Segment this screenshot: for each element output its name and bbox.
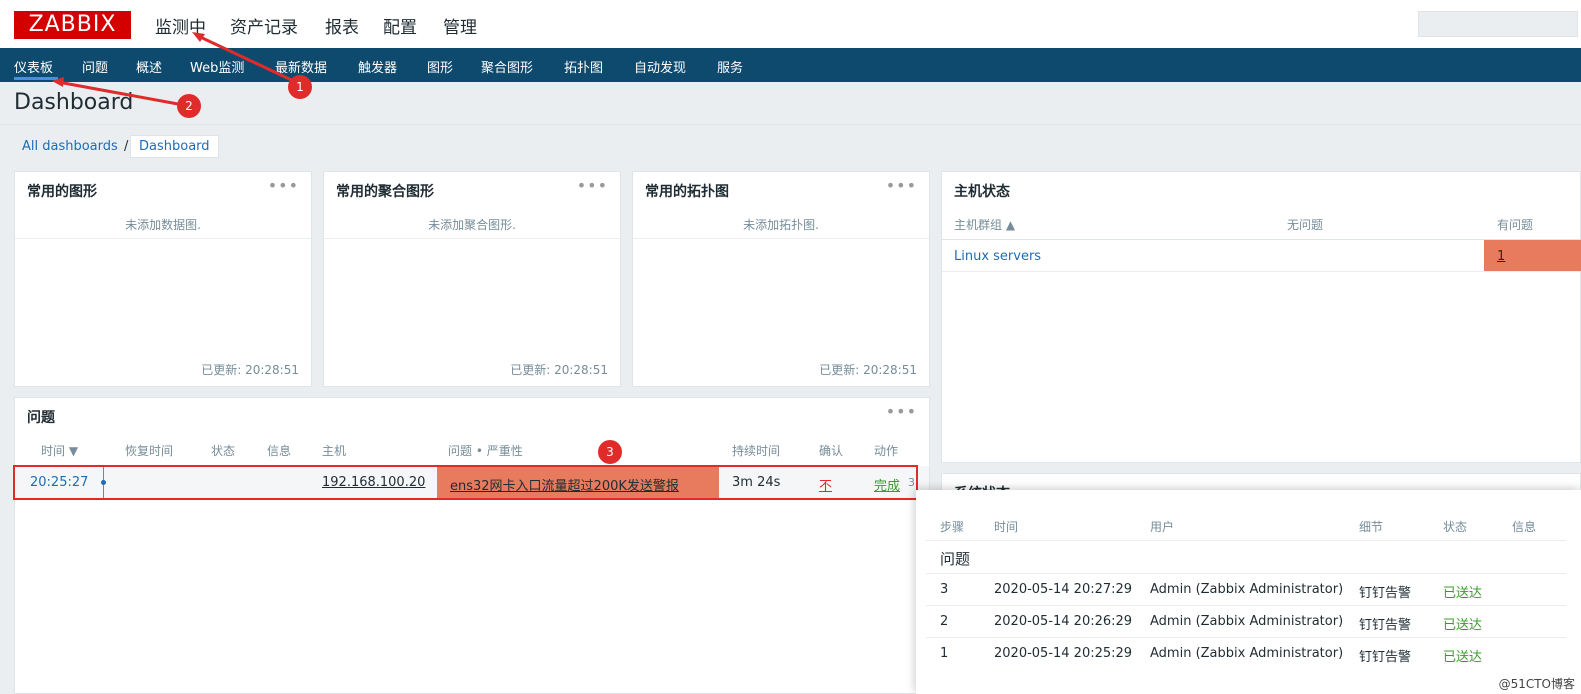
widget-title: 常用的拓扑图 [645,184,729,200]
problem-count-cell: 1 [1484,240,1581,271]
widget-title: 问题 [27,410,55,426]
breadcrumb-current[interactable]: Dashboard [130,135,219,158]
sub-nav: 仪表板 问题 概述 Web监测 最新数据 触发器 图形 聚合图形 拓扑图 自动发… [0,48,1581,82]
popup-row-detail: 钉钉告警 [1359,618,1412,633]
menu-configuration[interactable]: 配置 [383,13,417,38]
widget-favourite-screens: 常用的聚合图形 ••• 未添加聚合图形. 已更新: 20:28:51 [323,171,621,387]
widget-updated: 已更新: 20:28:51 [510,363,608,377]
popup-row-step: 3 [940,582,949,597]
actions-popup: 步骤 时间 用户 细节 状态 信息 问题 3 2020-05-14 20:27:… [916,490,1581,694]
menu-administration[interactable]: 管理 [443,13,477,38]
highlight-box-problem-row [13,465,918,500]
popup-row-detail: 钉钉告警 [1359,586,1412,601]
problem-count-link[interactable]: 1 [1497,249,1505,264]
host-group-link[interactable]: Linux servers [954,249,1041,264]
annotation-marker-3: 3 [598,440,622,464]
menu-reports[interactable]: 报表 [325,13,359,38]
widget-problems: 问题 ••• 时间 ▼ 恢复时间 状态 信息 主机 问题 • 严重性 持续时间 … [14,397,930,694]
subnav-triggers[interactable]: 触发器 [358,57,397,76]
widget-empty-text: 未添加聚合图形. [428,218,516,232]
widget-title: 常用的图形 [27,184,97,200]
subnav-dashboard[interactable]: 仪表板 [14,57,53,76]
col-host: 主机 [322,444,347,458]
divider [942,271,1580,272]
col-duration: 持续时间 [732,444,781,458]
subnav-maps[interactable]: 拓扑图 [564,57,603,76]
breadcrumb-all-dashboards[interactable]: All dashboards [22,139,118,154]
divider [633,238,929,239]
widget-favourite-graphs: 常用的图形 ••• 未添加数据图. 已更新: 20:28:51 [14,171,312,387]
divider [926,573,1566,574]
subnav-graphs[interactable]: 图形 [427,57,453,76]
col-ack: 确认 [819,444,844,458]
divider [0,124,1581,125]
col-problem-severity: 问题 • 严重性 [448,444,523,458]
col-with-problem: 有问题 [1497,218,1534,232]
watermark: @51CTO博客 [1498,677,1575,691]
popup-col-step: 步骤 [940,520,965,534]
divider [324,238,620,239]
divider [926,637,1566,638]
subnav-discovery[interactable]: 自动发现 [634,57,686,76]
widget-menu-icon[interactable]: ••• [268,176,299,195]
popup-col-status: 状态 [1443,520,1468,534]
widget-favourite-maps: 常用的拓扑图 ••• 未添加拓扑图. 已更新: 20:28:51 [632,171,930,387]
col-host-group[interactable]: 主机群组 ▲ [954,216,1015,233]
popup-row-status: 已送达 [1443,586,1483,601]
col-no-problem: 无问题 [1287,218,1324,232]
annotation-marker-2: 2 [177,94,201,118]
widget-host-status: 主机状态 主机群组 ▲ 无问题 有问题 Linux servers 1 [941,171,1581,463]
popup-col-detail: 细节 [1359,520,1384,534]
widget-menu-icon[interactable]: ••• [577,176,608,195]
widget-menu-icon[interactable]: ••• [886,176,917,195]
popup-row-status: 已送达 [1443,618,1483,633]
active-tab-underline [14,77,58,80]
popup-row-time: 2020-05-14 20:26:29 [994,614,1133,629]
divider [15,238,311,239]
popup-row-step: 1 [940,646,949,661]
col-info: 信息 [267,444,292,458]
page-title: Dashboard [14,90,134,115]
popup-section-title: 问题 [940,550,971,568]
popup-col-time: 时间 [994,520,1019,534]
popup-col-user: 用户 [1150,520,1175,534]
widget-empty-text: 未添加拓扑图. [743,218,819,232]
subnav-problems[interactable]: 问题 [82,57,108,76]
widget-menu-icon[interactable]: ••• [886,402,917,421]
top-header: ZABBIX 监测中 资产记录 报表 配置 管理 [0,0,1581,48]
col-recovery-time: 恢复时间 [125,444,174,458]
widget-updated: 已更新: 20:28:51 [819,363,917,377]
divider [926,540,1566,541]
widget-title: 主机状态 [954,184,1010,200]
subnav-overview[interactable]: 概述 [136,57,162,76]
subnav-latest-data[interactable]: 最新数据 [275,57,327,76]
widget-updated: 已更新: 20:28:51 [201,363,299,377]
subnav-screens[interactable]: 聚合图形 [481,57,533,76]
menu-monitoring[interactable]: 监测中 [155,13,206,38]
popup-row-time: 2020-05-14 20:25:29 [994,646,1133,661]
popup-row-status: 已送达 [1443,650,1483,665]
popup-row-detail: 钉钉告警 [1359,650,1412,665]
col-actions: 动作 [874,444,899,458]
col-time[interactable]: 时间 ▼ [41,442,78,459]
zabbix-logo[interactable]: ZABBIX [14,11,131,39]
breadcrumb-separator: / [124,139,129,154]
popup-row-time: 2020-05-14 20:27:29 [994,582,1133,597]
popup-row-user: Admin (Zabbix Administrator) [1150,614,1344,629]
menu-inventory[interactable]: 资产记录 [230,13,298,38]
widget-title: 常用的聚合图形 [336,184,434,200]
subnav-web[interactable]: Web监测 [190,57,244,76]
popup-col-info: 信息 [1512,520,1537,534]
annotation-marker-1: 1 [288,75,312,99]
popup-row-user: Admin (Zabbix Administrator) [1150,582,1344,597]
popup-row-step: 2 [940,614,949,629]
search-input[interactable] [1418,11,1578,37]
widget-empty-text: 未添加数据图. [125,218,201,232]
divider [926,605,1566,606]
popup-row-user: Admin (Zabbix Administrator) [1150,646,1344,661]
subnav-services[interactable]: 服务 [717,57,743,76]
col-status: 状态 [211,444,236,458]
